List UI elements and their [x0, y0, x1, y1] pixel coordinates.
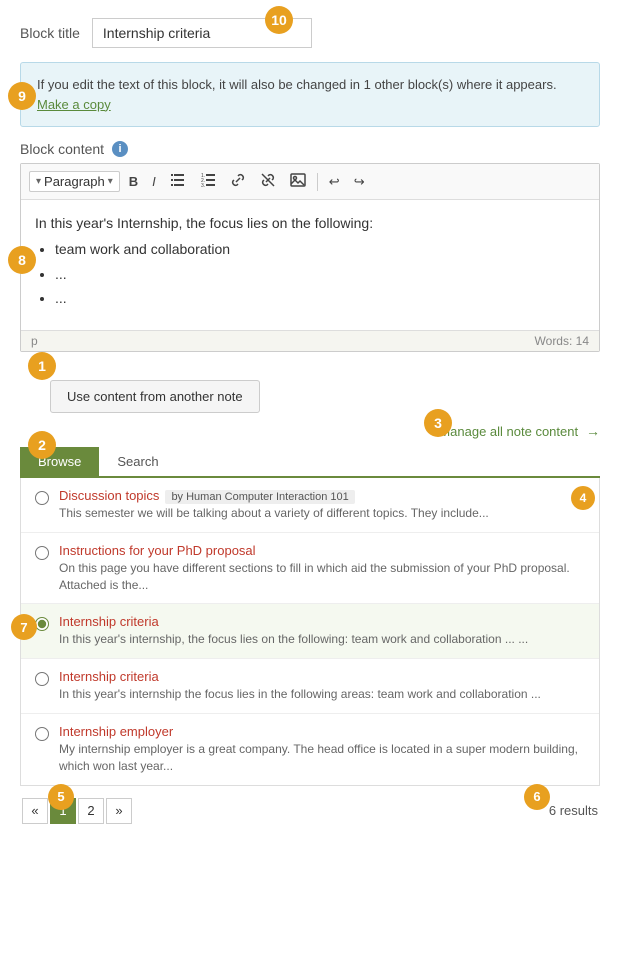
undo-button[interactable]: ↩ — [324, 171, 345, 193]
note-tag-1: by Human Computer Interaction 101 — [165, 490, 354, 504]
note-item-content-5: Internship employer My internship employ… — [59, 724, 585, 775]
link-button[interactable] — [225, 169, 251, 194]
manage-all-link[interactable]: Manage all note content — [439, 424, 578, 439]
tab-search[interactable]: Search — [99, 447, 176, 476]
bold-button[interactable]: B — [124, 171, 143, 192]
editor-container: ▾ Paragraph ▾ B I 1. 2. 3. — [20, 163, 600, 352]
list-item[interactable]: 7 Internship criteria In this year's int… — [21, 604, 599, 659]
image-button[interactable] — [285, 169, 311, 194]
editor-content[interactable]: In this year's Internship, the focus lie… — [21, 200, 599, 330]
editor-bullet-1: team work and collaboration — [55, 238, 585, 260]
badge-4: 4 — [571, 486, 595, 510]
note-title-row-5: Internship employer — [59, 724, 585, 741]
next-page-button[interactable]: » — [106, 798, 132, 824]
note-title-1: Discussion topics — [59, 488, 159, 503]
badge-5: 5 — [48, 784, 74, 810]
list-item[interactable]: Instructions for your PhD proposal On th… — [21, 533, 599, 605]
info-banner: If you edit the text of this block, it w… — [20, 62, 600, 127]
badge-3: 3 — [424, 409, 452, 437]
note-title-2: Instructions for your PhD proposal — [59, 543, 256, 558]
editor-bullet-3: ... — [55, 287, 585, 309]
page-2-button[interactable]: 2 — [78, 798, 104, 824]
statusbar-tag: p — [31, 334, 38, 348]
manage-link-row: 3 Manage all note content → — [20, 423, 600, 439]
note-radio-1[interactable] — [35, 491, 49, 505]
block-title-row: Block title — [20, 18, 600, 48]
paragraph-label: Paragraph — [44, 174, 105, 189]
svg-text:3.: 3. — [201, 183, 205, 188]
manage-arrow-icon: → — [586, 423, 600, 439]
note-title-5: Internship employer — [59, 724, 173, 739]
note-item-content-4: Internship criteria In this year's inter… — [59, 669, 585, 703]
numbered-list-button[interactable]: 1. 2. 3. — [195, 169, 221, 194]
note-item-content-1: Discussion topics by Human Computer Inte… — [59, 488, 585, 522]
note-item-content-2: Instructions for your PhD proposal On th… — [59, 543, 585, 594]
toolbar-separator — [317, 173, 318, 191]
badge-6: 6 — [524, 784, 550, 810]
note-desc-2: On this page you have different sections… — [59, 560, 585, 594]
pagination: « 1 2 » — [22, 798, 132, 824]
note-list: 4 Discussion topics by Human Computer In… — [20, 478, 600, 786]
note-radio-3[interactable] — [35, 617, 49, 631]
italic-button[interactable]: I — [147, 171, 161, 192]
editor-toolbar: ▾ Paragraph ▾ B I 1. 2. 3. — [21, 164, 599, 200]
redo-button[interactable]: ↪ — [349, 171, 370, 193]
block-title-label: Block title — [20, 25, 80, 41]
badge-10: 10 — [265, 6, 293, 34]
info-icon[interactable]: i — [112, 141, 128, 157]
results-count: 6 results — [549, 803, 598, 818]
list-item[interactable]: Internship criteria In this year's inter… — [21, 659, 599, 714]
word-count: Words: 14 — [535, 334, 589, 348]
note-radio-5[interactable] — [35, 727, 49, 741]
badge-7: 7 — [11, 614, 37, 640]
use-content-button[interactable]: Use content from another note — [50, 380, 260, 413]
unlink-button[interactable] — [255, 169, 281, 194]
prev-page-button[interactable]: « — [22, 798, 48, 824]
note-title-3: Internship criteria — [59, 614, 159, 629]
editor-bullet-2: ... — [55, 263, 585, 285]
use-content-row: 1 Use content from another note — [20, 366, 600, 423]
note-desc-3: In this year's internship, the focus lie… — [59, 631, 585, 648]
note-desc-1: This semester we will be talking about a… — [59, 505, 585, 522]
editor-first-line: In this year's Internship, the focus lie… — [35, 212, 585, 234]
note-title-row-4: Internship criteria — [59, 669, 585, 686]
chevron-down-icon: ▾ — [36, 176, 41, 187]
block-content-label: Block content — [20, 141, 104, 157]
paragraph-select[interactable]: ▾ Paragraph ▾ — [29, 171, 120, 192]
badge-2: 2 — [28, 431, 56, 459]
info-banner-text: If you edit the text of this block, it w… — [37, 77, 557, 92]
note-title-row-2: Instructions for your PhD proposal — [59, 543, 585, 560]
note-item-content-3: Internship criteria In this year's inter… — [59, 614, 585, 648]
note-radio-4[interactable] — [35, 672, 49, 686]
chevron-down-icon-2: ▾ — [108, 176, 113, 187]
badge-9: 9 — [8, 82, 36, 110]
editor-statusbar: p Words: 14 — [21, 330, 599, 351]
note-title-4: Internship criteria — [59, 669, 159, 684]
note-radio-2[interactable] — [35, 546, 49, 560]
block-content-section: Block content i — [20, 141, 600, 157]
badge-1: 1 — [28, 352, 56, 380]
note-desc-4: In this year's internship the focus lies… — [59, 686, 585, 703]
note-desc-5: My internship employer is a great compan… — [59, 741, 585, 775]
badge-8: 8 — [8, 246, 36, 274]
pagination-row: 5 6 « 1 2 » 6 results — [20, 798, 600, 824]
bullet-list-button[interactable] — [165, 169, 191, 194]
list-item[interactable]: 4 Discussion topics by Human Computer In… — [21, 478, 599, 533]
note-title-row-3: Internship criteria — [59, 614, 585, 631]
note-title-row-1: Discussion topics by Human Computer Inte… — [59, 488, 585, 505]
make-copy-link[interactable]: Make a copy — [37, 97, 111, 112]
list-item[interactable]: Internship employer My internship employ… — [21, 714, 599, 785]
tabs-row: 2 Browse Search — [20, 447, 600, 478]
